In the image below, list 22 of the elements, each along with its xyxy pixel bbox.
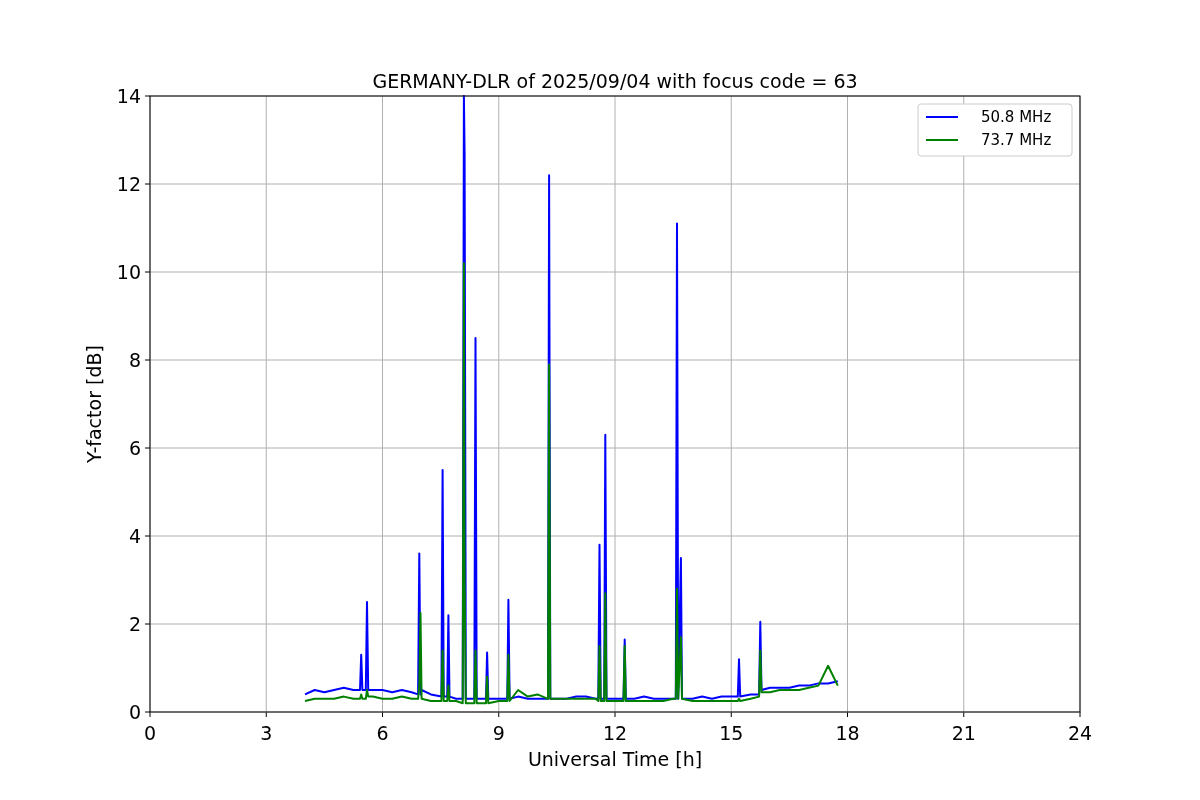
y-tick-label: 2 (128, 613, 141, 635)
x-tick-label: 12 (602, 722, 628, 744)
x-tick-label: 3 (260, 722, 273, 744)
y-tick-label: 4 (128, 525, 141, 547)
legend-label: 73.7 MHz (981, 131, 1052, 149)
y-tick-label: 10 (116, 261, 141, 283)
chart-title: GERMANY-DLR of 2025/09/04 with focus code = 63 (372, 70, 858, 92)
y-tick-label: 0 (128, 701, 141, 723)
x-tick-label: 9 (492, 722, 505, 744)
x-tick-label: 0 (143, 722, 157, 744)
y-tick-label: 12 (116, 173, 141, 195)
x-tick-label: 24 (1067, 722, 1093, 744)
y-axis-label: Y-factor [dB] (83, 345, 105, 463)
y-tick-label: 14 (116, 85, 141, 107)
x-tick-label: 15 (719, 722, 744, 744)
y-tick-label: 6 (128, 437, 141, 459)
x-tick-label: 21 (951, 722, 976, 744)
x-axis-label: Universal Time [h] (527, 748, 703, 770)
legend-label: 50.8 MHz (981, 108, 1052, 126)
x-tick-label: 6 (376, 722, 389, 744)
y-tick-label: 8 (128, 349, 141, 371)
x-tick-label: 18 (835, 722, 860, 744)
